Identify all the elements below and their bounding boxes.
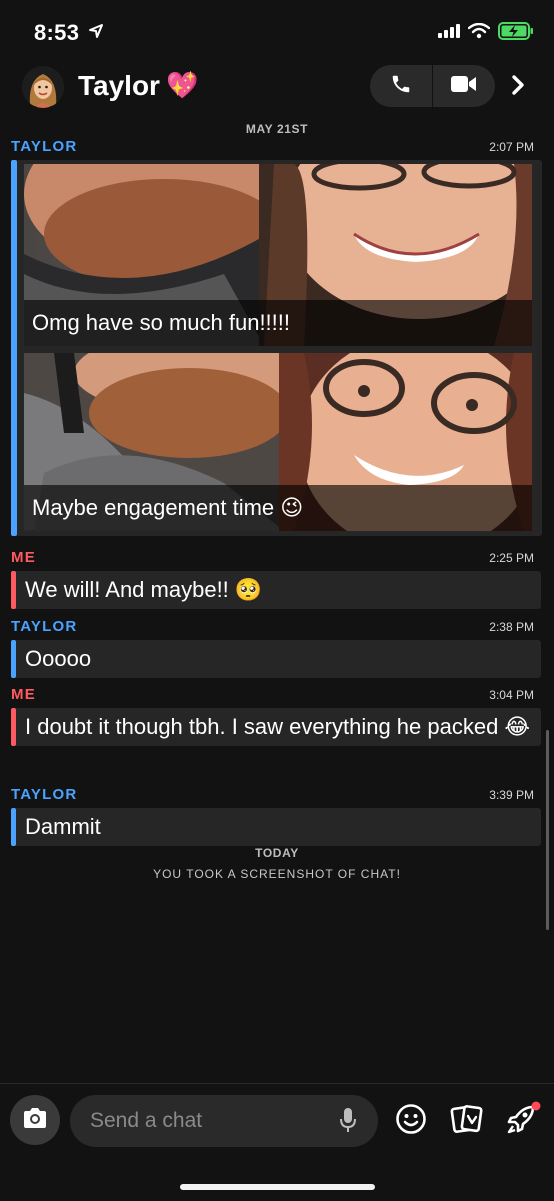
contact-name[interactable]: Taylor	[78, 70, 160, 102]
status-bar: 8:53	[0, 0, 554, 60]
sender-label: ME	[11, 549, 36, 566]
message-timestamp: 3:04 PM	[489, 688, 534, 702]
home-indicator[interactable]	[180, 1184, 375, 1190]
chevron-right-icon[interactable]	[510, 74, 526, 101]
chat-message[interactable]: We will! And maybe!! 🥺	[11, 571, 541, 609]
location-arrow-icon	[88, 23, 104, 44]
sender-bar	[11, 640, 16, 678]
phone-icon	[390, 73, 412, 100]
today-separator: TODAY	[255, 846, 299, 860]
sender-label: TAYLOR	[11, 786, 78, 803]
chat-input[interactable]	[70, 1095, 378, 1147]
snap-photo[interactable]: Maybe engagement time 😉	[24, 353, 532, 531]
scrollbar[interactable]	[546, 730, 549, 930]
camera-icon	[22, 1107, 48, 1134]
message-timestamp: 3:39 PM	[489, 788, 534, 802]
smiley-icon[interactable]	[395, 1103, 427, 1140]
message-timestamp: 2:38 PM	[489, 620, 534, 634]
screenshot-notice: YOU TOOK A SCREENSHOT OF CHAT!	[153, 867, 401, 881]
sender-label: ME	[11, 686, 36, 703]
date-separator: MAY 21ST	[245, 122, 309, 136]
signal-icon	[438, 24, 460, 43]
rocket-icon[interactable]	[505, 1101, 541, 1142]
phone-call-button[interactable]	[370, 65, 432, 107]
snap-caption: Maybe engagement time 😉	[24, 485, 532, 531]
sender-bar	[11, 708, 16, 746]
call-buttons	[370, 65, 495, 107]
video-camera-icon	[451, 75, 477, 98]
status-time: 8:53	[34, 20, 80, 45]
snap-caption: Omg have so much fun!!!!!	[24, 300, 532, 346]
message-text: I doubt it though tbh. I saw everything …	[25, 714, 531, 739]
chat-message[interactable]: Dammit	[11, 808, 541, 846]
chat-header: Taylor 💖	[0, 60, 554, 115]
chat-message[interactable]: Ooooo	[11, 640, 541, 678]
snap-card: Omg have so much fun!!!!! Maybe engageme…	[11, 160, 542, 536]
status-icons	[438, 22, 534, 45]
sender-bar	[11, 571, 16, 609]
chat-message[interactable]: I doubt it though tbh. I saw everything …	[11, 708, 541, 746]
sender-label: TAYLOR	[11, 138, 78, 155]
sender-label: TAYLOR	[11, 618, 78, 635]
message-text: Dammit	[25, 814, 101, 839]
cards-icon[interactable]	[450, 1103, 484, 1140]
sender-bar	[11, 160, 17, 536]
battery-charging-icon	[498, 22, 534, 45]
sender-bar	[11, 808, 16, 846]
message-timestamp: 2:25 PM	[489, 551, 534, 565]
message-text: We will! And maybe!! 🥺	[25, 577, 263, 602]
bitmoji-avatar-icon[interactable]	[22, 66, 64, 108]
snap-photo[interactable]: Omg have so much fun!!!!!	[24, 164, 532, 346]
video-call-button[interactable]	[433, 65, 495, 107]
wifi-icon	[467, 22, 491, 44]
message-timestamp: 2:07 PM	[489, 140, 534, 154]
camera-button[interactable]	[10, 1095, 60, 1145]
sparkling-heart-icon: 💖	[166, 70, 199, 100]
microphone-icon[interactable]	[338, 1107, 358, 1138]
message-text: Ooooo	[25, 646, 92, 671]
